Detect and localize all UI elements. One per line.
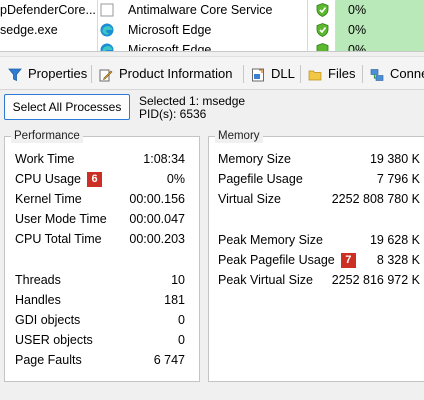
performance-row: User Mode Time 00:00.047 — [5, 209, 199, 229]
stat-label: Threads — [15, 273, 61, 287]
process-name: sedge.exe — [0, 23, 58, 37]
process-name: pDefenderCore... — [0, 3, 95, 17]
performance-row: USER objects 0 — [5, 330, 199, 350]
process-cpu: 0% — [336, 20, 424, 40]
memory-row: Peak Pagefile Usage 7 8 328 K — [209, 250, 424, 270]
selection-info: Selected 1: msedge PID(s): 6536 — [139, 95, 245, 121]
verified-shield-icon — [316, 23, 330, 37]
stat-value: 0 — [178, 313, 185, 327]
stat-value: 181 — [164, 293, 185, 307]
stat-label: Kernel Time — [15, 192, 82, 206]
stat-label: Peak Pagefile Usage — [218, 253, 335, 267]
stat-label: Work Time — [15, 152, 75, 166]
callout-badge: 6 — [87, 172, 102, 187]
process-description: Microsoft Edge — [128, 23, 212, 37]
stat-value: 6 747 — [153, 353, 185, 367]
stat-value: 19 628 K — [369, 233, 420, 247]
memory-row: Pagefile Usage 7 796 K — [209, 169, 424, 189]
performance-row: Kernel Time 00:00.156 — [5, 189, 199, 209]
edge-icon — [100, 43, 116, 51]
stat-value: 19 380 K — [369, 152, 420, 166]
performance-title: Performance — [11, 129, 83, 143]
process-list: pDefenderCore... Antimalware Core Servic… — [0, 0, 424, 52]
stat-label: Memory Size — [218, 152, 291, 166]
properties-label: Properties — [28, 66, 88, 81]
stat-label: Handles — [15, 293, 61, 307]
stat-label: GDI objects — [15, 313, 81, 327]
performance-row: Threads 10 — [5, 270, 199, 290]
stat-label: CPU Total Time — [15, 232, 102, 246]
files-label: Files — [328, 66, 356, 81]
verified-shield-icon — [316, 43, 330, 51]
stat-label: Virtual Size — [218, 192, 281, 206]
process-description: Microsoft Edge — [128, 43, 212, 52]
process-app-icon — [100, 3, 116, 17]
stat-label: Page Faults — [15, 353, 82, 367]
stat-value: 0 — [178, 333, 185, 347]
performance-row: Page Faults 6 747 — [5, 350, 199, 370]
performance-panel: Performance Work Time 1:08:34 CPU Usage 6… — [4, 129, 200, 382]
process-row[interactable]: pDefenderCore... Antimalware Core Servic… — [0, 0, 424, 20]
process-row[interactable]: sedge.exe Microsoft Edge 0% — [0, 20, 424, 40]
memory-row: Peak Memory Size 19 628 K — [209, 230, 424, 250]
stat-label: Pagefile Usage — [218, 172, 303, 186]
selected-pids: PID(s): 6536 — [139, 107, 207, 121]
performance-row: Handles 181 — [5, 290, 199, 310]
toolbar-divider — [362, 65, 363, 83]
toolbar-divider — [300, 65, 301, 83]
stat-value: 2252 816 972 K — [331, 273, 420, 287]
edge-icon — [100, 23, 116, 37]
performance-row: Work Time 1:08:34 — [5, 149, 199, 169]
stat-value: 8 328 K — [376, 253, 420, 267]
stat-label: Peak Memory Size — [218, 233, 323, 247]
memory-title: Memory — [215, 129, 263, 143]
memory-panel: Memory Memory Size 19 380 K Pagefile Usa… — [208, 129, 424, 382]
performance-row: CPU Usage 6 0% — [5, 169, 199, 189]
performance-row: GDI objects 0 — [5, 310, 199, 330]
toolbar-divider — [91, 65, 92, 83]
product-information-label: Product Information — [119, 66, 233, 81]
filter-icon — [8, 67, 22, 82]
folder-icon — [308, 67, 322, 81]
verified-shield-icon — [316, 3, 330, 17]
process-row[interactable]: Microsoft Edge 0% — [0, 40, 424, 52]
stat-label: USER objects — [15, 333, 93, 347]
stat-label: CPU Usage — [15, 172, 81, 186]
edit-icon — [99, 67, 113, 82]
stat-value: 00:00.156 — [129, 192, 185, 206]
connections-label: Conne — [390, 66, 424, 81]
stat-value: 7 796 K — [376, 172, 420, 186]
callout-badge: 7 — [340, 253, 356, 268]
stat-label: User Mode Time — [15, 212, 107, 226]
process-description: Antimalware Core Service — [128, 3, 273, 17]
toolbar: Properties Product Information DLL Files… — [0, 56, 424, 90]
stat-value: 00:00.047 — [129, 212, 185, 226]
dll-label: DLL — [271, 66, 295, 81]
memory-row: Virtual Size 2252 808 780 K — [209, 189, 424, 209]
memory-row: Memory Size 19 380 K — [209, 149, 424, 169]
process-name — [0, 40, 95, 51]
stat-value: 0% — [166, 172, 185, 186]
select-all-processes-button[interactable]: Select All Processes — [4, 94, 130, 120]
process-cpu: 0% — [336, 40, 424, 51]
toolbar-divider — [243, 65, 244, 83]
memory-row: Peak Virtual Size 2252 816 972 K — [209, 270, 424, 290]
performance-row: CPU Total Time 00:00.203 — [5, 229, 199, 249]
process-cpu: 0% — [336, 0, 424, 20]
stat-value: 2252 808 780 K — [331, 192, 420, 206]
stat-label: Peak Virtual Size — [218, 273, 313, 287]
dll-icon — [251, 67, 265, 82]
network-icon — [370, 67, 384, 81]
stat-value: 1:08:34 — [143, 152, 185, 166]
stat-value: 00:00.203 — [129, 232, 185, 246]
stat-value: 10 — [171, 273, 185, 287]
